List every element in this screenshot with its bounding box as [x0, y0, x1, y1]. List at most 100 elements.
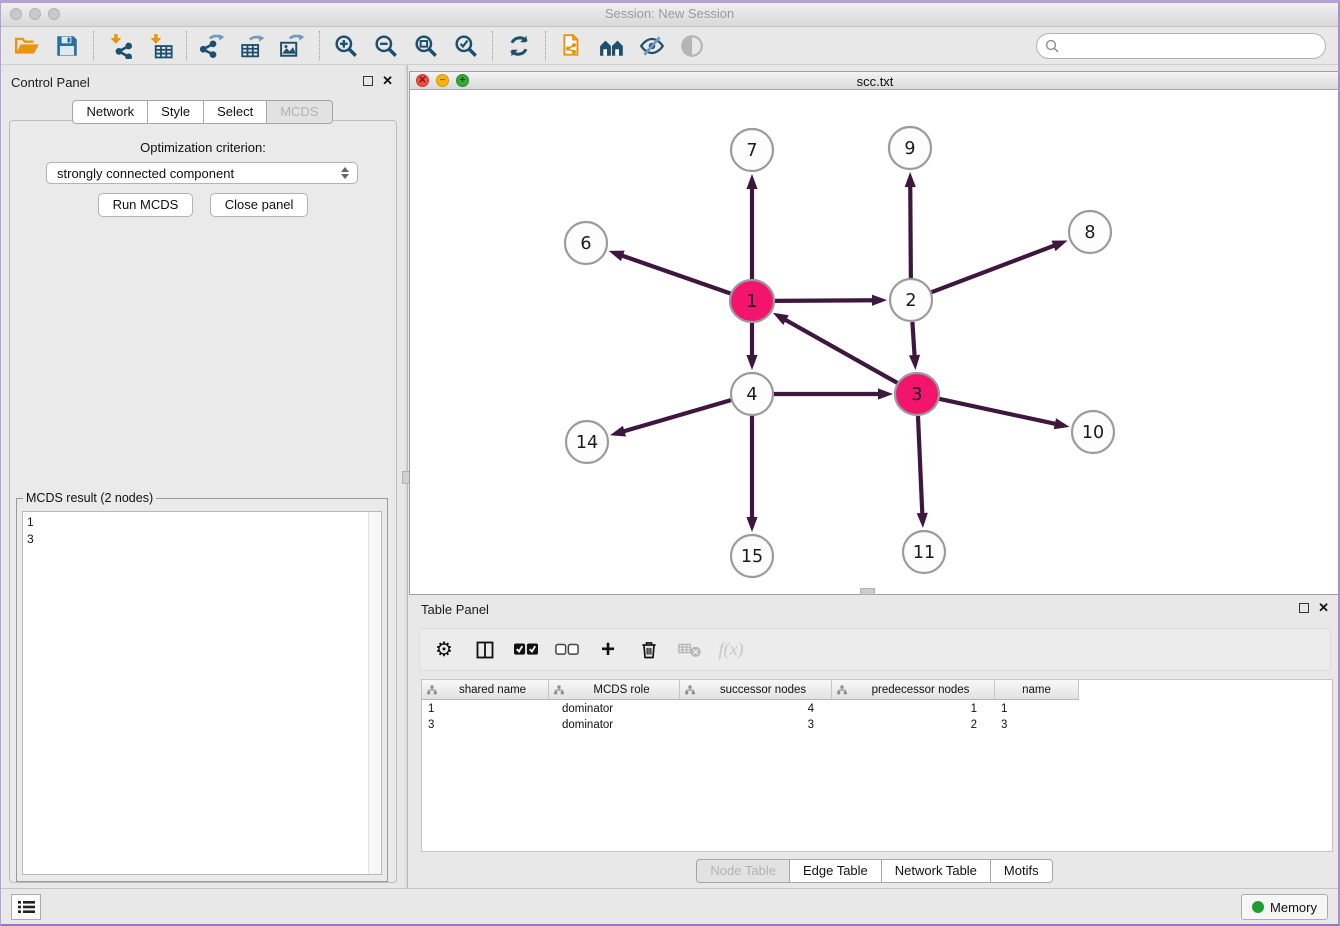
- tab-style[interactable]: Style: [147, 100, 204, 124]
- table-row[interactable]: 1dominator411: [422, 701, 1332, 717]
- tab-network[interactable]: Network: [72, 100, 148, 124]
- node-label-11: 11: [913, 543, 935, 563]
- edge-3-1[interactable]: [782, 318, 897, 383]
- add-column-icon[interactable]: +: [596, 638, 620, 662]
- gear-icon[interactable]: ⚙: [432, 638, 456, 662]
- node-label-6: 6: [580, 234, 591, 254]
- edge-1-6[interactable]: [619, 255, 731, 294]
- network-canvas[interactable]: 7968124314101511: [410, 90, 1340, 594]
- table-panel: Table Panel ✕ ⚙+f(x) shared nameMCDS rol…: [409, 598, 1340, 893]
- search-input[interactable]: [1064, 38, 1317, 55]
- node-label-7: 7: [746, 141, 757, 161]
- tab-select[interactable]: Select: [203, 100, 267, 124]
- edge-arrowhead-2-3: [909, 355, 920, 370]
- edge-3-10[interactable]: [939, 399, 1059, 425]
- edge-arrowhead-1-6: [609, 251, 625, 262]
- zoom-in-icon[interactable]: [326, 30, 366, 62]
- edge-arrowhead-1-7: [746, 174, 757, 189]
- unselect-all-checkboxes-icon[interactable]: [555, 638, 579, 662]
- first-neighbors-icon[interactable]: [592, 30, 632, 62]
- export-table-icon[interactable]: [233, 30, 273, 62]
- search-box[interactable]: [1036, 33, 1326, 59]
- import-table-icon[interactable]: [140, 30, 180, 62]
- float-panel-icon[interactable]: [363, 76, 373, 86]
- zoom-fit-icon[interactable]: [406, 30, 446, 62]
- panel-splitter-vertical[interactable]: [405, 65, 408, 888]
- column-type-icon: [685, 685, 695, 695]
- window-title: Session: New Session: [1, 6, 1338, 21]
- edge-2-9[interactable]: [910, 183, 911, 278]
- zoom-out-icon[interactable]: [366, 30, 406, 62]
- criterion-dropdown[interactable]: strongly connected component: [46, 162, 358, 184]
- memory-button[interactable]: Memory: [1241, 894, 1328, 920]
- edge-arrowhead-4-14: [610, 426, 626, 437]
- cell-successor-nodes[interactable]: 4: [680, 701, 832, 717]
- node-label-14: 14: [576, 433, 598, 453]
- refresh-network-icon[interactable]: [499, 30, 539, 62]
- node-label-9: 9: [904, 139, 915, 159]
- cell-successor-nodes[interactable]: 3: [680, 717, 832, 733]
- node-label-4: 4: [746, 385, 757, 405]
- node-label-8: 8: [1084, 223, 1095, 243]
- zoom-selected-icon[interactable]: [446, 30, 486, 62]
- float-table-panel-icon[interactable]: [1299, 603, 1309, 613]
- cell-predecessor-nodes[interactable]: 2: [832, 717, 995, 733]
- edge-arrowhead-2-9: [905, 172, 916, 187]
- cell-MCDS-role[interactable]: dominator: [549, 701, 680, 717]
- toolbar-separator: [492, 31, 493, 61]
- open-session-icon[interactable]: [7, 30, 47, 62]
- show-all-icon[interactable]: [672, 30, 712, 62]
- split-columns-icon[interactable]: [473, 638, 497, 662]
- delete-columns-icon[interactable]: [637, 638, 661, 662]
- cell-MCDS-role[interactable]: dominator: [549, 717, 680, 733]
- edge-3-11[interactable]: [918, 416, 922, 517]
- tab-mcds[interactable]: MCDS: [266, 100, 332, 124]
- export-network-icon[interactable]: [193, 30, 233, 62]
- node-label-15: 15: [741, 547, 763, 567]
- cell-name[interactable]: 1: [995, 701, 1079, 717]
- edge-2-8[interactable]: [932, 244, 1058, 292]
- cell-predecessor-nodes[interactable]: 1: [832, 701, 995, 717]
- select-all-checkboxes-icon[interactable]: [514, 638, 538, 662]
- task-history-button[interactable]: [11, 894, 41, 920]
- close-panel-button[interactable]: Close panel: [210, 193, 309, 217]
- tab-node-table[interactable]: Node Table: [696, 859, 790, 883]
- cell-shared-name[interactable]: 3: [422, 717, 549, 733]
- column-header-name[interactable]: name: [995, 680, 1079, 700]
- column-header-successor-nodes[interactable]: successor nodes: [680, 680, 832, 700]
- tab-motifs[interactable]: Motifs: [990, 859, 1053, 883]
- close-panel-icon[interactable]: ✕: [382, 76, 393, 86]
- list-icon: [18, 900, 35, 914]
- status-bar: Memory: [1, 888, 1338, 924]
- edge-arrowhead-3-10: [1054, 418, 1070, 429]
- column-header-predecessor-nodes[interactable]: predecessor nodes: [832, 680, 995, 700]
- table-row[interactable]: 3dominator323: [422, 717, 1332, 733]
- hide-selected-icon[interactable]: [632, 30, 672, 62]
- edge-1-2[interactable]: [774, 300, 876, 301]
- main-toolbar: [1, 27, 1338, 65]
- mcds-result-scrollbar[interactable]: [368, 512, 381, 874]
- network-graph: 7968124314101511: [410, 90, 1340, 595]
- network-view-window: ✕ − + scc.txt 7968124314101511: [409, 71, 1340, 595]
- close-table-panel-icon[interactable]: ✕: [1318, 603, 1329, 613]
- tab-edge-table[interactable]: Edge Table: [789, 859, 882, 883]
- clone-network-icon[interactable]: [552, 30, 592, 62]
- edge-4-14[interactable]: [621, 400, 731, 432]
- save-session-icon[interactable]: [47, 30, 87, 62]
- column-header-shared-name[interactable]: shared name: [422, 680, 549, 700]
- export-image-icon[interactable]: [273, 30, 313, 62]
- import-network-icon[interactable]: [100, 30, 140, 62]
- tab-network-table[interactable]: Network Table: [881, 859, 991, 883]
- main-toolbar-icons: [7, 30, 712, 62]
- control-panel-title: Control Panel: [11, 75, 90, 90]
- edge-2-3[interactable]: [912, 322, 914, 359]
- mcds-result-textarea[interactable]: 13: [22, 511, 382, 875]
- splitter-handle-horizontal[interactable]: [860, 588, 875, 595]
- mcds-result-line: 3: [27, 531, 365, 548]
- cell-name[interactable]: 3: [995, 717, 1079, 733]
- cell-shared-name[interactable]: 1: [422, 701, 549, 717]
- column-header-MCDS-role[interactable]: MCDS role: [549, 680, 680, 700]
- run-mcds-button[interactable]: Run MCDS: [98, 193, 194, 217]
- toolbar-separator: [319, 31, 320, 61]
- node-label-1: 1: [746, 292, 757, 312]
